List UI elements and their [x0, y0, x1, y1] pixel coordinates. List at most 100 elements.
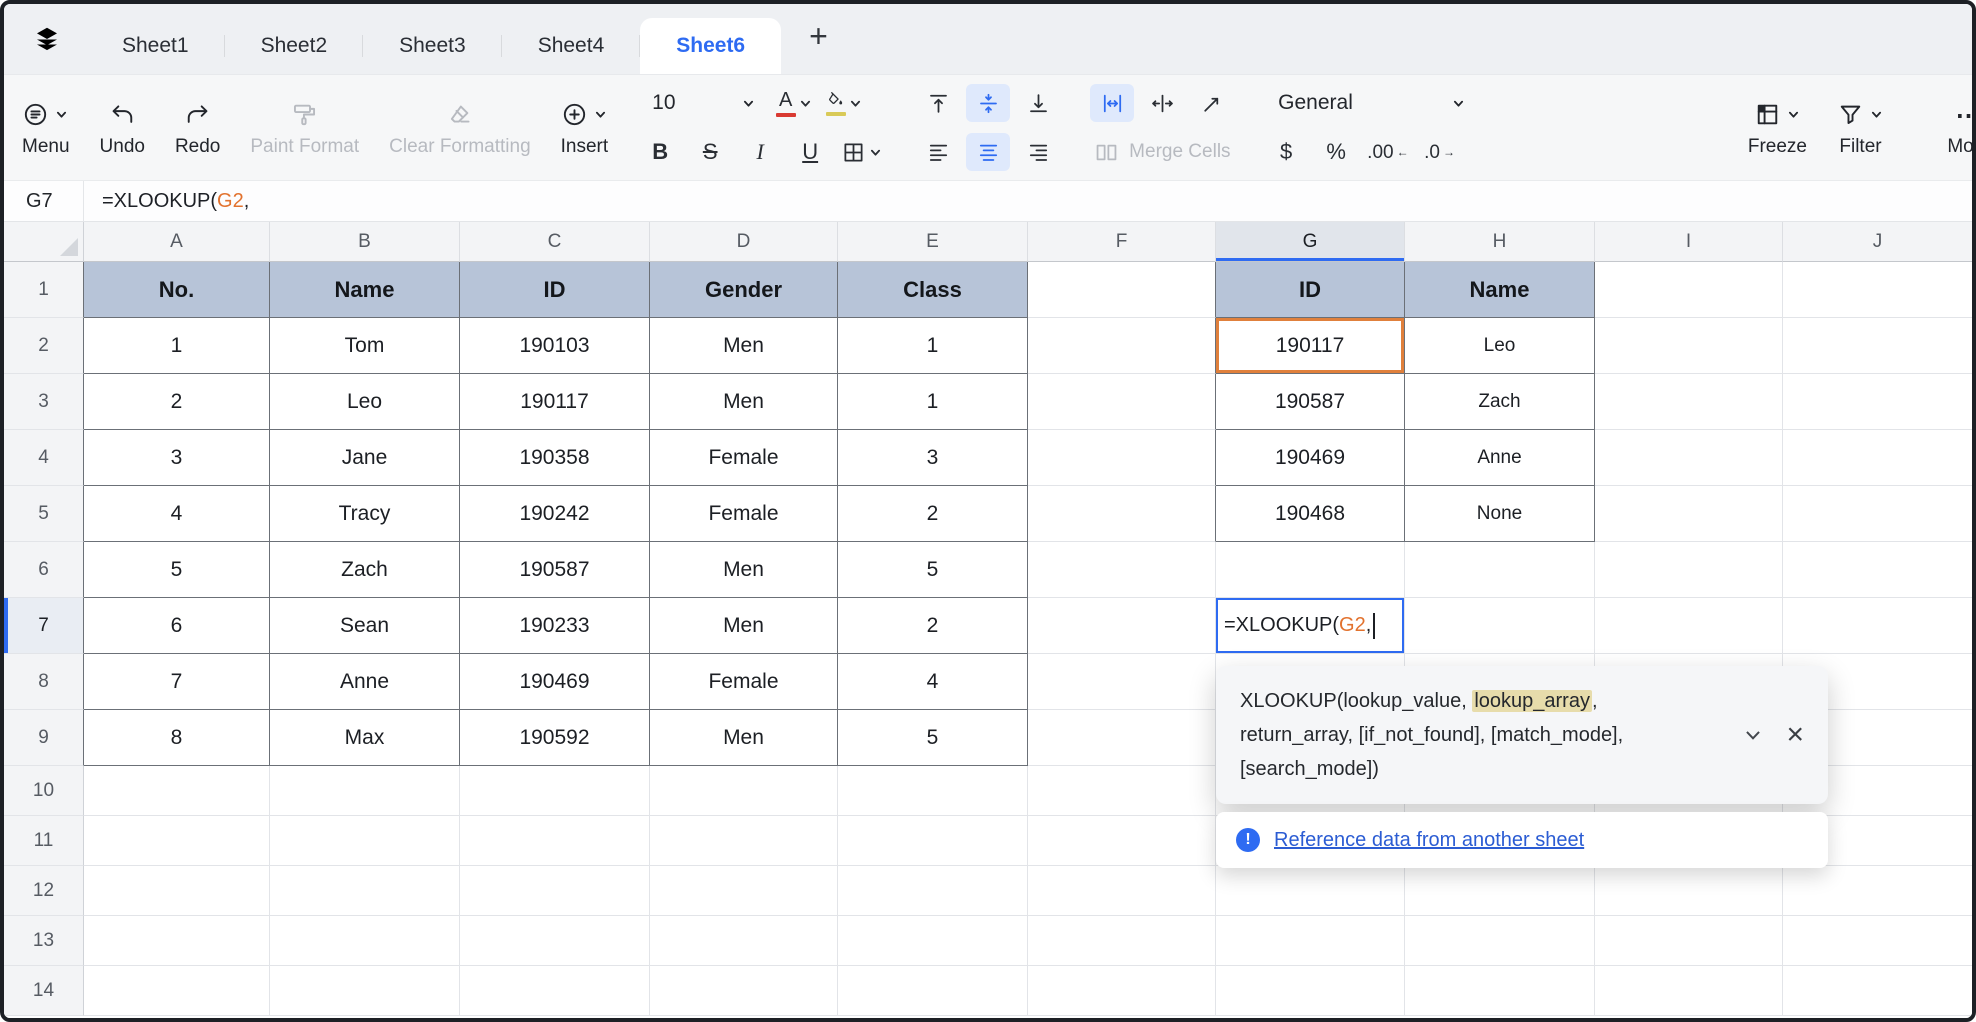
cell-D11[interactable] — [650, 816, 838, 866]
cell-C1[interactable]: ID — [460, 262, 650, 318]
cell-J1[interactable] — [1783, 262, 1972, 318]
close-tooltip-icon[interactable]: × — [1786, 720, 1804, 750]
cell-E10[interactable] — [838, 766, 1028, 816]
cell-F4[interactable] — [1028, 430, 1216, 486]
row-header-1[interactable]: 1 — [4, 262, 84, 318]
select-all-corner[interactable] — [4, 222, 84, 262]
row-header-12[interactable]: 12 — [4, 866, 84, 916]
cell-C10[interactable] — [460, 766, 650, 816]
cell-C8[interactable]: 190469 — [460, 654, 650, 710]
paint-format-button[interactable]: Paint Format — [250, 100, 359, 156]
cell-J12[interactable] — [1783, 866, 1972, 916]
tab-sheet2[interactable]: Sheet2 — [225, 18, 364, 74]
cell-C3[interactable]: 190117 — [460, 374, 650, 430]
tab-sheet1[interactable]: Sheet1 — [86, 18, 225, 74]
column-header-D[interactable]: D — [650, 222, 838, 262]
cell-D5[interactable]: Female — [650, 486, 838, 542]
cell-B13[interactable] — [270, 916, 460, 966]
cell-C14[interactable] — [460, 966, 650, 1016]
cell-F6[interactable] — [1028, 542, 1216, 598]
cell-A11[interactable] — [84, 816, 270, 866]
number-format-select[interactable]: General — [1264, 84, 1476, 122]
cell-G7[interactable]: =XLOOKUP(G2, — [1216, 598, 1405, 654]
cell-C4[interactable]: 190358 — [460, 430, 650, 486]
column-header-F[interactable]: F — [1028, 222, 1216, 262]
column-header-E[interactable]: E — [838, 222, 1028, 262]
row-header-9[interactable]: 9 — [4, 710, 84, 766]
cell-A5[interactable]: 4 — [84, 486, 270, 542]
cell-J3[interactable] — [1783, 374, 1972, 430]
column-header-J[interactable]: J — [1783, 222, 1972, 262]
cell-A13[interactable] — [84, 916, 270, 966]
cell-E14[interactable] — [838, 966, 1028, 1016]
cell-G4[interactable]: 190469 — [1216, 430, 1405, 486]
cell-E2[interactable]: 1 — [838, 318, 1028, 374]
cell-D2[interactable]: Men — [650, 318, 838, 374]
formula-input[interactable]: =XLOOKUP(G2, — [84, 181, 249, 221]
cell-B4[interactable]: Jane — [270, 430, 460, 486]
cell-A9[interactable]: 8 — [84, 710, 270, 766]
cell-H12[interactable] — [1405, 866, 1595, 916]
cell-J7[interactable] — [1783, 598, 1972, 654]
cell-F2[interactable] — [1028, 318, 1216, 374]
cell-D10[interactable] — [650, 766, 838, 816]
cell-E5[interactable]: 2 — [838, 486, 1028, 542]
text-overflow-button[interactable] — [1140, 84, 1184, 122]
align-right-button[interactable] — [1016, 133, 1060, 171]
cell-H14[interactable] — [1405, 966, 1595, 1016]
cell-A12[interactable] — [84, 866, 270, 916]
cell-B12[interactable] — [270, 866, 460, 916]
bold-button[interactable]: B — [638, 133, 682, 171]
cell-G1[interactable]: ID — [1216, 262, 1405, 318]
increase-decimal-button[interactable]: .00← — [1364, 133, 1411, 171]
row-header-14[interactable]: 14 — [4, 966, 84, 1016]
merge-cells-button[interactable]: Merge Cells — [1090, 140, 1230, 165]
cell-C11[interactable] — [460, 816, 650, 866]
cell-F8[interactable] — [1028, 654, 1216, 710]
tab-sheet3[interactable]: Sheet3 — [363, 18, 502, 74]
cell-A2[interactable]: 1 — [84, 318, 270, 374]
cell-H5[interactable]: None — [1405, 486, 1595, 542]
cell-I1[interactable] — [1595, 262, 1783, 318]
column-header-C[interactable]: C — [460, 222, 650, 262]
strikethrough-button[interactable]: S — [688, 133, 732, 171]
cell-B8[interactable]: Anne — [270, 654, 460, 710]
cell-E11[interactable] — [838, 816, 1028, 866]
cell-D7[interactable]: Men — [650, 598, 838, 654]
cell-D8[interactable]: Female — [650, 654, 838, 710]
cell-D4[interactable]: Female — [650, 430, 838, 486]
freeze-button[interactable]: Freeze — [1748, 100, 1807, 156]
cell-J5[interactable] — [1783, 486, 1972, 542]
row-header-8[interactable]: 8 — [4, 654, 84, 710]
sheet-manager-icon[interactable] — [30, 22, 64, 56]
cell-I13[interactable] — [1595, 916, 1783, 966]
cell-G12[interactable] — [1216, 866, 1405, 916]
cell-B7[interactable]: Sean — [270, 598, 460, 654]
cell-D14[interactable] — [650, 966, 838, 1016]
wrap-text-button[interactable] — [1090, 84, 1134, 122]
align-center-button[interactable] — [966, 133, 1010, 171]
cell-D3[interactable]: Men — [650, 374, 838, 430]
cell-H13[interactable] — [1405, 916, 1595, 966]
cell-E7[interactable]: 2 — [838, 598, 1028, 654]
menu-button[interactable]: Menu — [22, 100, 70, 156]
cell-A7[interactable]: 6 — [84, 598, 270, 654]
column-header-A[interactable]: A — [84, 222, 270, 262]
cell-F1[interactable] — [1028, 262, 1216, 318]
cell-C5[interactable]: 190242 — [460, 486, 650, 542]
column-header-I[interactable]: I — [1595, 222, 1783, 262]
cell-H2[interactable]: Leo — [1405, 318, 1595, 374]
borders-button[interactable] — [838, 133, 886, 171]
more-button[interactable]: ⋯ More — [1914, 100, 1972, 156]
text-rotate-button[interactable] — [1190, 84, 1234, 122]
cell-A1[interactable]: No. — [84, 262, 270, 318]
cell-G14[interactable] — [1216, 966, 1405, 1016]
fill-color-button[interactable] — [822, 84, 866, 122]
cell-I7[interactable] — [1595, 598, 1783, 654]
italic-button[interactable]: I — [738, 133, 782, 171]
cell-J14[interactable] — [1783, 966, 1972, 1016]
cell-E12[interactable] — [838, 866, 1028, 916]
cell-B14[interactable] — [270, 966, 460, 1016]
vertical-align-top-button[interactable] — [916, 84, 960, 122]
cell-A4[interactable]: 3 — [84, 430, 270, 486]
